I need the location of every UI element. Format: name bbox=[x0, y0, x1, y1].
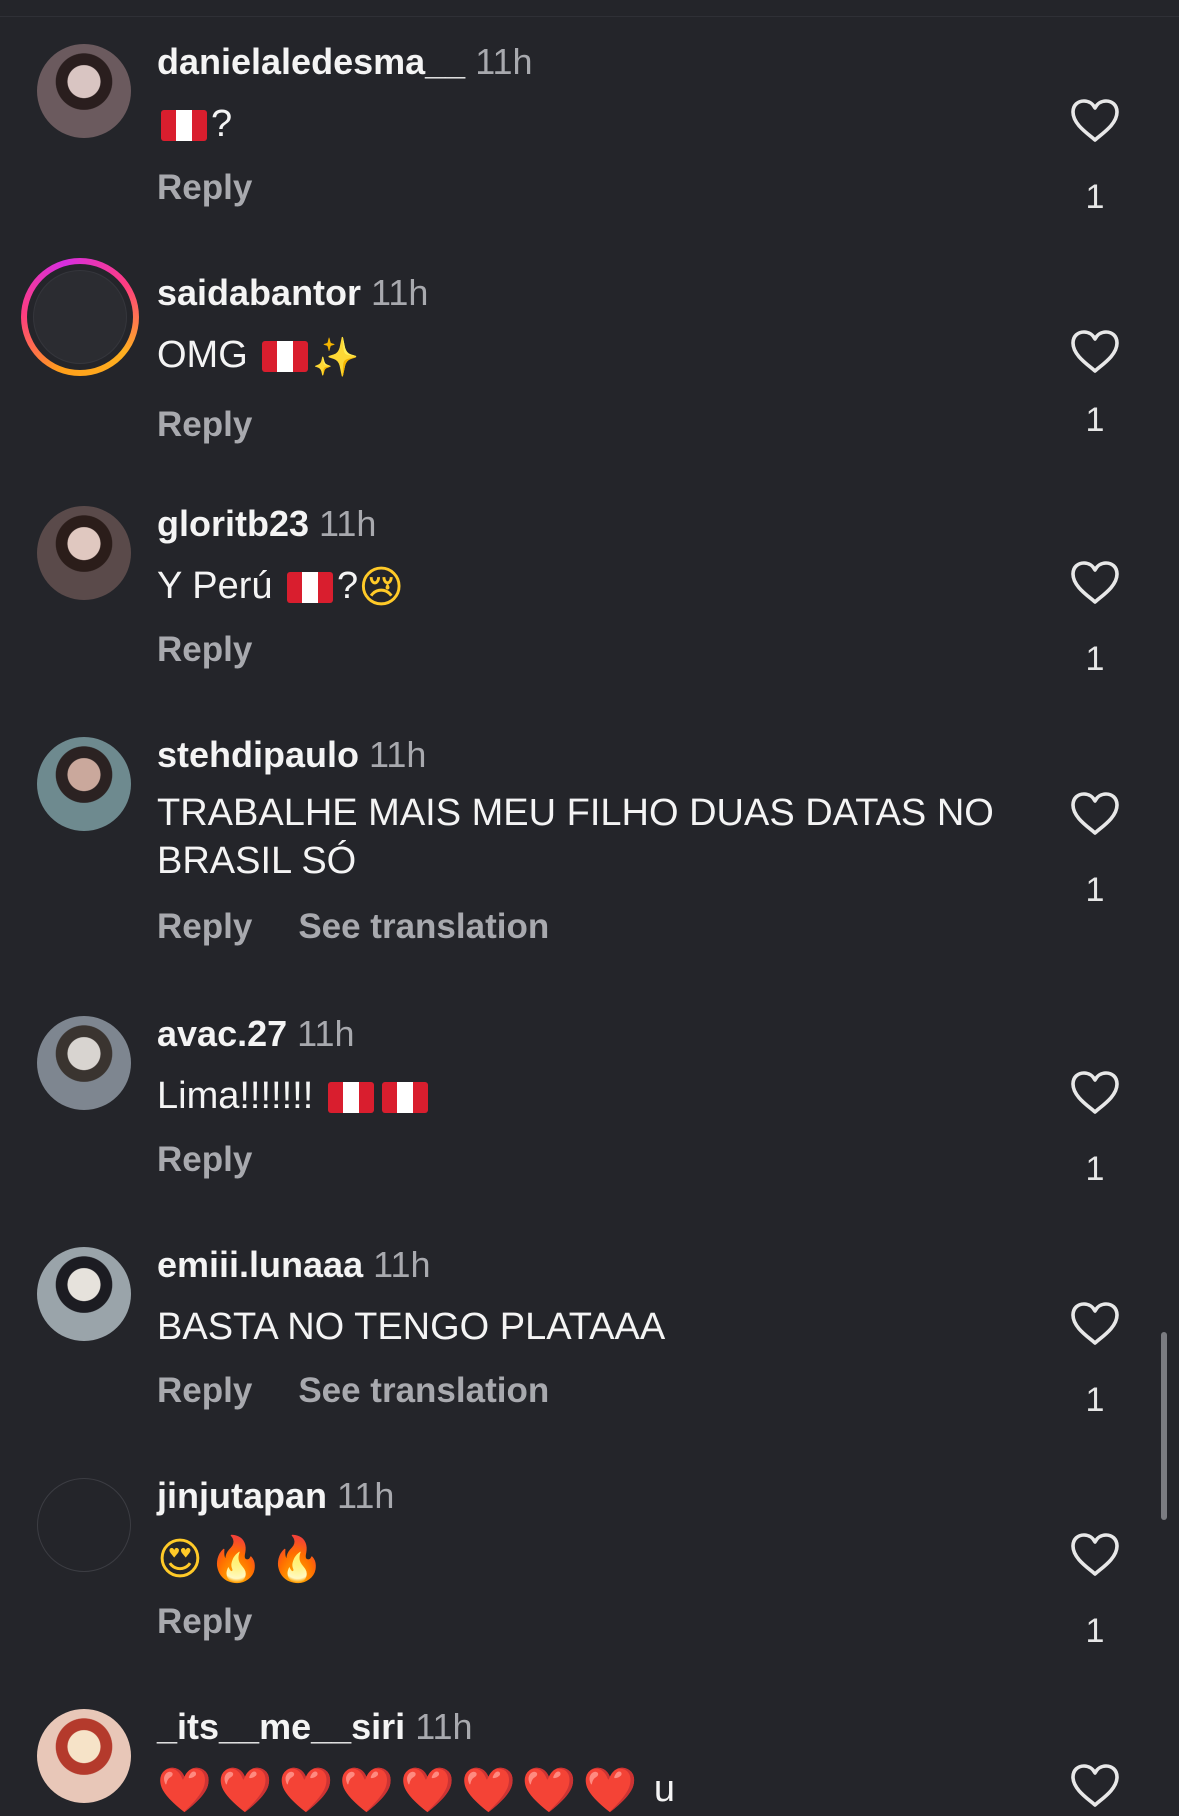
reply-button[interactable]: Reply bbox=[157, 630, 252, 669]
timestamp: 11h bbox=[337, 1475, 395, 1516]
timestamp: 11h bbox=[373, 1244, 431, 1285]
comment-text: BASTA NO TENGO PLATAAA bbox=[157, 1303, 1007, 1351]
comment-header: stehdipaulo 11h bbox=[157, 733, 426, 777]
peru-flag-icon bbox=[381, 1082, 428, 1114]
username[interactable]: danielaledesma__ bbox=[157, 41, 465, 82]
comment-text-segment: Y Perú bbox=[157, 565, 284, 607]
heart-outline-icon[interactable] bbox=[1070, 1070, 1120, 1116]
heart-outline-icon[interactable] bbox=[1070, 560, 1120, 606]
see-translation-button[interactable]: See translation bbox=[298, 907, 549, 946]
emoji: ❤️ bbox=[157, 1764, 212, 1816]
comment-text-segment: ? bbox=[337, 565, 359, 607]
avatar[interactable] bbox=[37, 44, 131, 138]
timestamp: 11h bbox=[475, 41, 533, 82]
like-count: 1 bbox=[1085, 1150, 1105, 1188]
comment-text: TRABALHE MAIS MEU FILHO DUAS DATAS NO BR… bbox=[157, 789, 1007, 885]
heart-outline-icon[interactable] bbox=[1070, 98, 1120, 144]
reply-button[interactable]: Reply bbox=[157, 1371, 252, 1410]
comment-text-segment: TRABALHE MAIS MEU FILHO DUAS DATAS NO BR… bbox=[157, 792, 994, 882]
reply-button[interactable]: Reply bbox=[157, 1140, 252, 1179]
heart-outline-icon[interactable] bbox=[1070, 329, 1120, 375]
comment-actions: Reply bbox=[157, 1140, 252, 1180]
emoji: 🔥 bbox=[208, 1533, 264, 1585]
emoji: 😍 bbox=[157, 1533, 203, 1585]
comment-text: Y Perú ?😢 bbox=[157, 562, 1007, 612]
comment-text-segment: OMG bbox=[157, 334, 259, 376]
reply-button[interactable]: Reply bbox=[157, 1602, 252, 1641]
timestamp: 11h bbox=[319, 503, 377, 544]
username[interactable]: jinjutapan bbox=[157, 1475, 327, 1516]
comment-actions: Reply See translation bbox=[157, 1371, 549, 1411]
comment-actions: Reply bbox=[157, 405, 252, 445]
like-count: 1 bbox=[1085, 401, 1105, 439]
top-divider bbox=[0, 0, 1179, 17]
avatar[interactable] bbox=[37, 1478, 131, 1572]
reply-button[interactable]: Reply bbox=[157, 405, 252, 444]
timestamp: 11h bbox=[369, 734, 427, 775]
heart-outline-icon[interactable] bbox=[1070, 1301, 1120, 1347]
comment-text: ? bbox=[157, 100, 1007, 148]
username[interactable]: _its__me__siri bbox=[157, 1706, 405, 1747]
emoji: ❤️ bbox=[217, 1764, 273, 1816]
heart-outline-icon[interactable] bbox=[1070, 1763, 1120, 1809]
heart-outline-icon[interactable] bbox=[1070, 791, 1120, 837]
like-count: 1 bbox=[1085, 871, 1105, 909]
comment-header: _its__me__siri 11h bbox=[157, 1705, 473, 1749]
avatar[interactable] bbox=[37, 1709, 131, 1803]
timestamp: 11h bbox=[371, 272, 429, 313]
comment-text-segment: Lima!!!!!!! bbox=[157, 1075, 324, 1117]
comment-actions: Reply bbox=[157, 168, 252, 208]
emoji: 😢 bbox=[358, 561, 405, 613]
comment-header: avac.27 11h bbox=[157, 1012, 355, 1056]
timestamp: 11h bbox=[415, 1706, 473, 1747]
emoji: ✨ bbox=[312, 334, 360, 379]
like-count: 1 bbox=[1085, 640, 1105, 678]
scrollbar[interactable] bbox=[1161, 1332, 1167, 1520]
peru-flag-icon bbox=[287, 572, 334, 604]
username[interactable]: gloritb23 bbox=[157, 503, 309, 544]
avatar[interactable] bbox=[21, 258, 139, 376]
comment-text-segment: u bbox=[643, 1768, 676, 1810]
comment-actions: Reply See translation bbox=[157, 907, 549, 947]
peru-flag-icon bbox=[161, 110, 207, 142]
like-count: 1 bbox=[1085, 1612, 1105, 1650]
peru-flag-icon bbox=[327, 1082, 374, 1114]
username[interactable]: stehdipaulo bbox=[157, 734, 359, 775]
peru-flag-icon bbox=[262, 341, 309, 373]
comment-text: OMG ✨ bbox=[157, 331, 1007, 381]
comment-header: gloritb23 11h bbox=[157, 502, 376, 546]
avatar[interactable] bbox=[37, 1247, 131, 1341]
emoji: 🔥 bbox=[269, 1533, 325, 1585]
timestamp: 11h bbox=[297, 1013, 355, 1054]
heart-outline-icon[interactable] bbox=[1070, 1532, 1120, 1578]
emoji: ❤️ bbox=[339, 1764, 395, 1816]
reply-button[interactable]: Reply bbox=[157, 168, 252, 207]
comment-text-segment: BASTA NO TENGO PLATAAA bbox=[157, 1306, 666, 1348]
comment-actions: Reply bbox=[157, 1602, 252, 1642]
emoji: ❤️ bbox=[460, 1764, 516, 1816]
emoji: ❤️ bbox=[521, 1764, 577, 1816]
comment-text: Lima!!!!!!! bbox=[157, 1072, 1007, 1120]
comment-actions: Reply bbox=[157, 630, 252, 670]
comment-text: 😍 🔥 🔥 bbox=[157, 1534, 1007, 1584]
like-count: 1 bbox=[1085, 1381, 1105, 1419]
avatar[interactable] bbox=[37, 1016, 131, 1110]
avatar[interactable] bbox=[37, 737, 131, 831]
comment-text-segment: ? bbox=[211, 103, 233, 145]
like-count: 1 bbox=[1085, 178, 1105, 216]
comment-header: saidabantor 11h bbox=[157, 271, 428, 315]
username[interactable]: saidabantor bbox=[157, 272, 361, 313]
emoji: ❤️ bbox=[278, 1764, 334, 1816]
emoji: ❤️ bbox=[582, 1764, 638, 1816]
avatar[interactable] bbox=[37, 506, 131, 600]
reply-button[interactable]: Reply bbox=[157, 907, 252, 946]
comment-header: emiii.lunaaa 11h bbox=[157, 1243, 431, 1287]
comment-header: danielaledesma__ 11h bbox=[157, 40, 533, 84]
comment-header: jinjutapan 11h bbox=[157, 1474, 394, 1518]
comment-text: ❤️ ❤️ ❤️ ❤️ ❤️ ❤️ ❤️ ❤️ u bbox=[157, 1765, 1007, 1815]
username[interactable]: emiii.lunaaa bbox=[157, 1244, 363, 1285]
see-translation-button[interactable]: See translation bbox=[298, 1371, 549, 1410]
username[interactable]: avac.27 bbox=[157, 1013, 287, 1054]
emoji: ❤️ bbox=[400, 1764, 455, 1816]
